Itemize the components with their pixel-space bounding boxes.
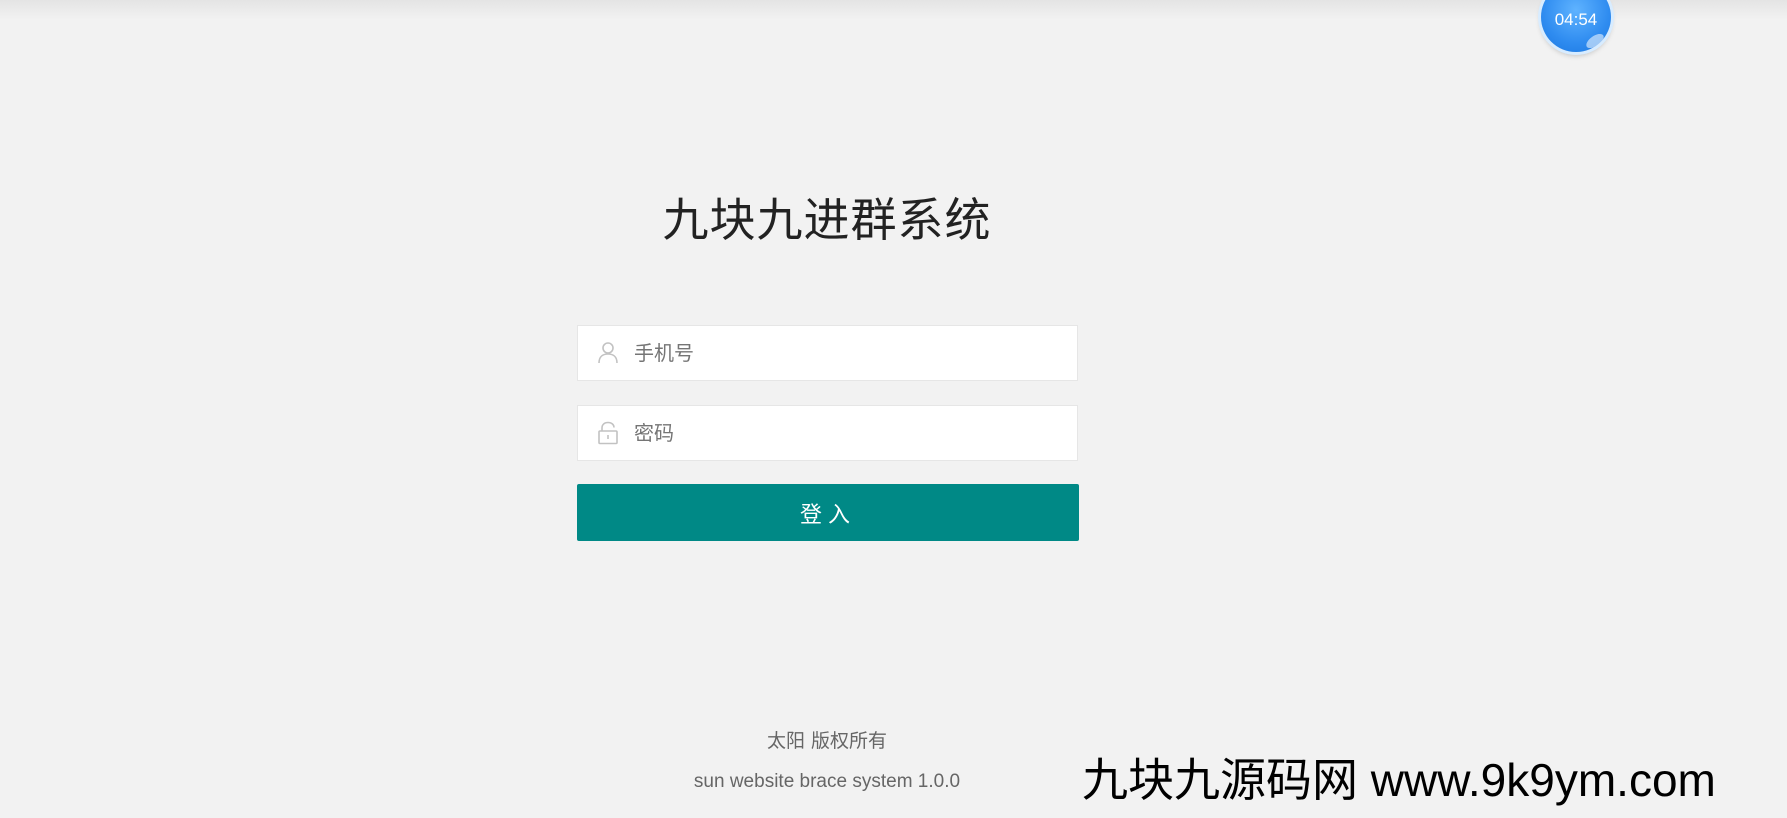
phone-input[interactable] (634, 326, 1077, 380)
page-title: 九块九进群系统 (662, 193, 992, 247)
password-input[interactable] (634, 406, 1077, 460)
top-shadow (0, 0, 1787, 20)
timer-badge[interactable]: 04:54 (1541, 0, 1611, 52)
password-field[interactable] (577, 405, 1078, 461)
timer-text: 04:54 (1554, 10, 1598, 29)
phone-field[interactable] (577, 325, 1078, 381)
login-button[interactable]: 登入 (577, 484, 1079, 541)
footer-copyright: 太阳 版权所有 (766, 730, 888, 752)
login-page: 04:54 九块九进群系统 登入 太阳 版权所有 sun website bra… (0, 0, 1787, 818)
lock-icon (594, 419, 622, 447)
watermark-text: 九块九源码网 www.9k9ym.com (1082, 754, 1716, 806)
footer-version: sun website brace system 1.0.0 (693, 771, 961, 792)
user-icon (594, 339, 622, 367)
